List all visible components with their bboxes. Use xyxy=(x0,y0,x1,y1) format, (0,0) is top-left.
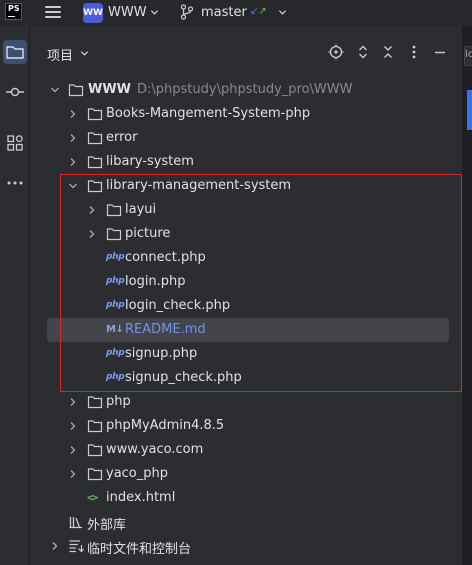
tree-item-path: D:\phpstudy\phpstudy_pro\WWW xyxy=(137,82,353,97)
tree-item-folder[interactable]: Books-Mangement-System-php xyxy=(30,102,462,126)
tree-item-root[interactable]: WWW D:\phpstudy\phpstudy_pro\WWW xyxy=(30,78,462,102)
collapse-all-icon[interactable] xyxy=(380,44,396,60)
locate-icon[interactable] xyxy=(328,44,344,60)
chevron-right-icon[interactable] xyxy=(68,133,78,143)
chevron-right-icon[interactable] xyxy=(68,421,78,431)
tree-item-label: 临时文件和控制台 xyxy=(87,542,192,557)
tree-item-label: yaco_php xyxy=(106,466,169,481)
tree-item-label: error xyxy=(106,130,138,145)
library-icon xyxy=(69,517,82,529)
chevron-right-icon[interactable] xyxy=(68,157,78,167)
more-horizontal-icon xyxy=(7,181,23,185)
editor-accent-bar xyxy=(467,90,472,130)
panel-title[interactable]: 项目 xyxy=(47,45,73,64)
tree-item-label: phpMyAdmin4.8.5 xyxy=(106,418,225,433)
chevron-right-icon[interactable] xyxy=(68,445,78,455)
main-menu-icon[interactable] xyxy=(44,4,62,20)
folder-icon xyxy=(87,395,103,409)
tree-item-folder[interactable]: phpMyAdmin4.8.5 xyxy=(30,414,462,438)
tree-item-folder[interactable]: libary-system xyxy=(30,150,462,174)
chevron-down-icon[interactable] xyxy=(50,85,60,95)
options-icon[interactable] xyxy=(406,44,422,60)
tree-item-folder[interactable]: yaco_php xyxy=(30,462,462,486)
expand-all-icon[interactable] xyxy=(355,44,371,60)
scratches-icon xyxy=(69,540,84,553)
chevron-right-icon[interactable] xyxy=(68,109,78,119)
title-bar: PS WW WWW master ↙↗ xyxy=(0,0,472,26)
folder-icon xyxy=(87,155,103,169)
tree-item-label: php xyxy=(106,394,131,409)
incoming-outgoing-icon: ↙↗ xyxy=(250,6,267,17)
tree-item-label: Books-Mangement-System-php xyxy=(106,106,311,121)
folder-icon xyxy=(6,46,24,59)
folder-icon xyxy=(87,419,103,433)
tree-item-label: WWW xyxy=(88,82,132,97)
branch-selector[interactable]: master xyxy=(201,5,247,20)
editor-tab-label: lc xyxy=(465,49,472,60)
tree-item-file[interactable]: <> index.html xyxy=(30,486,462,510)
chevron-right-icon[interactable] xyxy=(68,397,78,407)
commit-icon xyxy=(6,87,24,97)
phpstorm-logo: PS xyxy=(5,3,22,20)
structure-icon xyxy=(7,135,23,151)
folder-icon xyxy=(68,83,84,97)
chevron-right-icon[interactable] xyxy=(68,469,78,479)
tree-item-scratches[interactable]: 临时文件和控制台 xyxy=(30,534,462,558)
structure-tool-button[interactable] xyxy=(3,131,27,155)
project-badge-icon[interactable]: WW xyxy=(83,3,103,23)
tool-window-strip xyxy=(0,26,30,565)
tree-item-label: www.yaco.com xyxy=(106,442,204,457)
annotation-highlight-box xyxy=(60,174,462,392)
chevron-down-icon[interactable] xyxy=(150,8,159,17)
folder-icon xyxy=(87,467,103,481)
more-tools-button[interactable] xyxy=(3,171,27,195)
folder-icon xyxy=(87,131,103,145)
chevron-down-icon[interactable] xyxy=(278,8,287,17)
minimize-icon[interactable] xyxy=(432,44,448,60)
html-file-icon: <> xyxy=(87,491,98,504)
chevron-right-icon[interactable] xyxy=(50,541,60,551)
tree-item-label: 外部库 xyxy=(87,518,127,533)
tree-item-folder[interactable]: php xyxy=(30,390,462,414)
tree-item-label: index.html xyxy=(106,490,176,505)
project-tool-button[interactable] xyxy=(3,40,27,64)
chevron-down-icon[interactable] xyxy=(80,49,89,58)
folder-icon xyxy=(87,107,103,121)
tree-item-label: libary-system xyxy=(106,154,194,169)
folder-icon xyxy=(87,443,103,457)
git-branch-icon[interactable] xyxy=(180,4,194,20)
tree-item-folder[interactable]: www.yaco.com xyxy=(30,438,462,462)
commit-tool-button[interactable] xyxy=(3,80,27,104)
tree-item-external-libraries[interactable]: 外部库 xyxy=(30,510,462,534)
project-selector[interactable]: WWW xyxy=(108,5,147,20)
tree-item-folder[interactable]: error xyxy=(30,126,462,150)
